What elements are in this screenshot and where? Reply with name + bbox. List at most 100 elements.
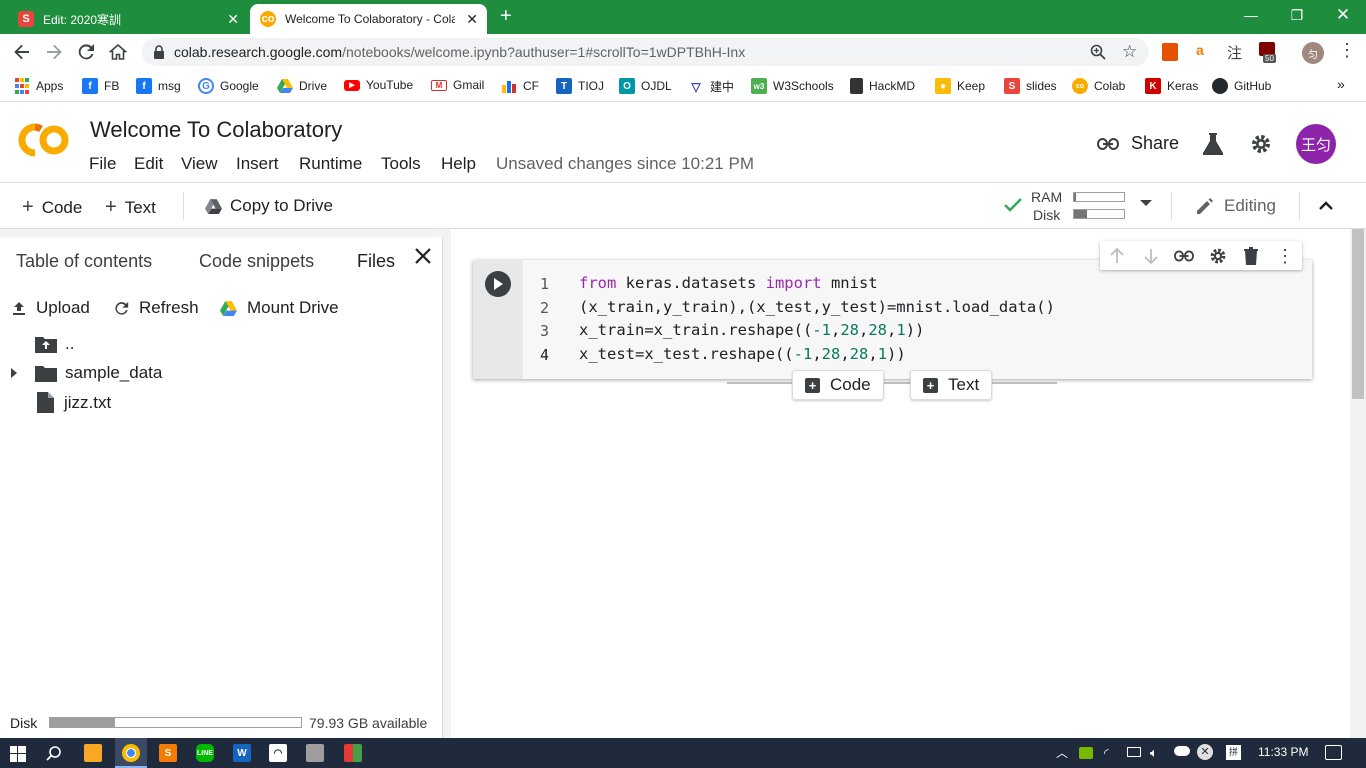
tab-code-snippets[interactable]: Code snippets — [199, 251, 314, 272]
run-cell-button[interactable] — [485, 271, 511, 297]
ime-icon[interactable]: 拼 — [1226, 745, 1241, 760]
menu-file[interactable]: File — [89, 154, 116, 174]
new-tab-icon[interactable]: + — [500, 6, 512, 26]
share-button[interactable]: Share — [1097, 133, 1179, 154]
calculator-icon[interactable] — [306, 744, 324, 762]
unsaved-changes-text[interactable]: Unsaved changes since 10:21 PM — [496, 154, 754, 174]
bookmark-keras[interactable]: K Keras — [1145, 78, 1198, 94]
bookmark-cf[interactable]: CF — [501, 78, 539, 94]
clock-text[interactable]: 11:33 PM — [1258, 745, 1308, 759]
search-icon[interactable] — [46, 745, 62, 766]
flask-icon[interactable] — [1203, 133, 1223, 160]
photos-icon[interactable]: ◠ — [269, 744, 287, 762]
line-icon[interactable]: LINE — [196, 744, 214, 762]
restore-window-icon[interactable]: ❐ — [1274, 0, 1320, 30]
profile-avatar[interactable]: 匀 — [1302, 42, 1324, 64]
menu-help[interactable]: Help — [441, 154, 476, 174]
close-tab-icon[interactable]: ✕ — [466, 11, 478, 27]
forward-icon[interactable] — [42, 40, 66, 64]
bookmark-keep[interactable]: ● Keep — [935, 78, 985, 94]
file-item-parent[interactable]: .. — [35, 334, 74, 354]
upload-button[interactable]: Upload — [12, 298, 90, 318]
notebook-title[interactable]: Welcome To Colaboratory — [90, 117, 342, 143]
battery-icon[interactable] — [1127, 747, 1141, 757]
bookmark-w3schools[interactable]: w3 W3Schools — [751, 78, 834, 94]
show-hidden-icons[interactable]: ︿ — [1056, 744, 1068, 761]
windows-start-icon[interactable] — [10, 746, 26, 767]
volume-icon[interactable]: 🔈︎ — [1150, 745, 1158, 761]
back-icon[interactable] — [10, 40, 34, 64]
ram-meter[interactable] — [1073, 192, 1125, 202]
bookmark-ojdl[interactable]: O OJDL — [619, 78, 672, 94]
colab-logo[interactable] — [18, 123, 70, 162]
bookmark-slides[interactable]: Sslides — [1004, 78, 1057, 94]
bookmark-star-icon[interactable]: ☆ — [1122, 42, 1137, 62]
bookmark-google[interactable]: G Google — [198, 78, 259, 94]
collapse-header-icon[interactable] — [1318, 198, 1334, 216]
onedrive-icon[interactable] — [1174, 746, 1190, 756]
cell-settings-gear-icon[interactable] — [1208, 246, 1228, 266]
word-icon[interactable]: W — [233, 744, 251, 762]
bookmark-gmail[interactable]: M Gmail — [431, 78, 484, 92]
delete-cell-icon[interactable] — [1241, 246, 1261, 266]
link-to-cell-icon[interactable] — [1174, 246, 1194, 266]
insert-code-cell-button[interactable]: + Code — [792, 370, 884, 400]
account-avatar[interactable]: 王匀 — [1296, 124, 1336, 164]
move-cell-up-icon[interactable] — [1107, 246, 1127, 266]
sublime-icon[interactable]: S — [159, 744, 177, 762]
ublock-extension-icon[interactable]: 50 — [1259, 42, 1279, 64]
bookmark-apps[interactable]: Apps — [14, 78, 63, 94]
bookmark-colab[interactable]: co Colab — [1072, 78, 1125, 94]
status-x-icon[interactable]: ✕ — [1197, 744, 1213, 760]
more-bookmarks-icon[interactable]: » — [1337, 76, 1345, 92]
disk-meter[interactable] — [1073, 209, 1125, 219]
close-tab-icon[interactable]: ✕ — [227, 11, 239, 27]
scrollbar-thumb[interactable] — [1352, 229, 1364, 399]
expand-folder-icon[interactable] — [11, 368, 17, 378]
file-explorer-icon[interactable] — [84, 744, 102, 762]
mount-drive-button[interactable]: Mount Drive — [220, 298, 339, 318]
home-icon[interactable] — [106, 40, 130, 64]
copy-to-drive-button[interactable]: Copy to Drive — [205, 196, 333, 216]
minimize-window-icon[interactable]: — — [1228, 0, 1274, 30]
close-window-icon[interactable]: ✕ — [1320, 0, 1366, 30]
file-item-jizz-txt[interactable]: jizz.txt — [37, 392, 111, 413]
code-line-4[interactable]: x_test=x_test.reshape((-1,28,28,1)) — [579, 345, 906, 363]
move-cell-down-icon[interactable] — [1141, 246, 1161, 266]
code-line-1[interactable]: from keras.datasets import mnist — [579, 274, 878, 292]
bookmark-school[interactable]: ▽ 建中 — [688, 78, 734, 95]
bookmark-msg[interactable]: f msg — [136, 78, 181, 94]
menu-view[interactable]: View — [181, 154, 218, 174]
runtime-dropdown-icon[interactable] — [1140, 200, 1152, 206]
chrome-icon[interactable] — [122, 744, 140, 762]
file-item-sample-data[interactable]: sample_data — [35, 363, 162, 383]
tab-table-of-contents[interactable]: Table of contents — [16, 251, 152, 272]
bookmark-hackmd[interactable]: HackMD — [850, 78, 915, 94]
menu-runtime[interactable]: Runtime — [299, 154, 362, 174]
bookmark-drive[interactable]: Drive — [277, 78, 327, 94]
zoom-icon[interactable] — [1090, 44, 1106, 64]
browser-tab-colab[interactable]: co Welcome To Colaboratory - Colab ✕ — [250, 4, 487, 34]
menu-insert[interactable]: Insert — [236, 154, 279, 174]
zhuyin-extension-icon[interactable]: 注 — [1227, 42, 1242, 63]
wifi-icon[interactable]: ◜ — [1104, 746, 1109, 760]
action-center-icon[interactable] — [1325, 745, 1342, 760]
refresh-button[interactable]: Refresh — [114, 298, 199, 318]
menu-tools[interactable]: Tools — [381, 154, 421, 174]
code-line-3[interactable]: x_train=x_train.reshape((-1,28,28,1)) — [579, 321, 924, 339]
add-code-cell-button[interactable]: + Code — [22, 196, 82, 219]
settings-gear-icon[interactable] — [1250, 133, 1272, 160]
browser-tab-slides[interactable]: S Edit: 2020寒訓 ✕ — [8, 4, 248, 34]
app-icon[interactable] — [344, 744, 362, 762]
cell-more-options-icon[interactable]: ⋮ — [1275, 246, 1295, 266]
address-bar[interactable]: colab.research.google.com/notebooks/welc… — [142, 38, 1149, 66]
bookmark-tioj[interactable]: T TIOJ — [556, 78, 604, 94]
reload-icon[interactable] — [74, 40, 98, 64]
editing-mode-button[interactable]: Editing — [1196, 196, 1276, 216]
browser-menu-icon[interactable]: ⋮ — [1338, 41, 1356, 59]
tab-files[interactable]: Files — [357, 251, 395, 272]
menu-edit[interactable]: Edit — [134, 154, 163, 174]
close-panel-icon[interactable] — [414, 247, 432, 270]
bookmark-github[interactable]: GitHub — [1212, 78, 1271, 94]
insert-text-cell-button[interactable]: + Text — [910, 370, 993, 400]
